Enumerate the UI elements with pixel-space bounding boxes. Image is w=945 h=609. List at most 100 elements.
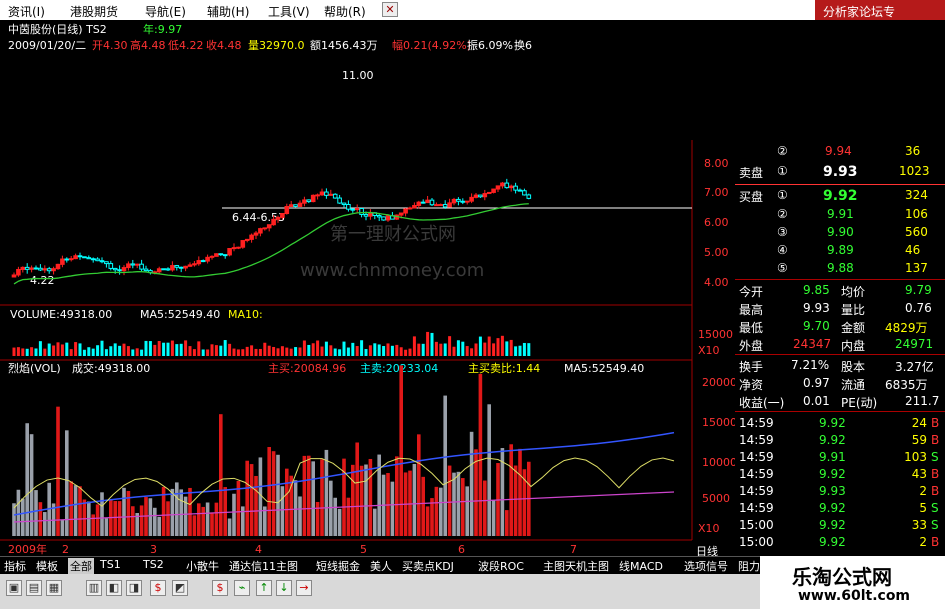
y-tick: 7.00 xyxy=(704,186,729,199)
indicator-bar xyxy=(179,489,183,536)
indicator-bar xyxy=(232,493,236,536)
candle-body xyxy=(508,185,514,189)
menu-info[interactable]: 资讯(I) xyxy=(8,3,45,20)
ask-row-1: 卖盘 ① 9.93 1023 xyxy=(739,164,930,180)
indicator-bar xyxy=(188,487,192,536)
arrow-up-icon[interactable]: ↑ xyxy=(256,580,272,596)
indicator-bar xyxy=(399,365,403,536)
tick-time: 15:00 xyxy=(739,535,774,549)
candle-body xyxy=(403,208,408,214)
volume-bar xyxy=(434,341,438,356)
menu-hk-futures[interactable]: 港股期货 xyxy=(70,3,118,20)
volume-bar xyxy=(135,348,139,356)
tab-8[interactable]: 美人 xyxy=(370,558,392,574)
dollar-icon[interactable]: $ xyxy=(212,580,228,596)
volume-bar xyxy=(496,338,500,356)
volume-bar xyxy=(390,345,394,356)
quote-date: 2009/01/20/二 xyxy=(8,39,86,52)
tab-5[interactable]: 小散牛 xyxy=(186,558,219,574)
volume-bar xyxy=(25,348,29,356)
volume-bar xyxy=(16,347,20,356)
tab-11[interactable]: 主图天机主图 xyxy=(543,558,609,574)
candle-body xyxy=(517,189,523,192)
indicator-bar xyxy=(390,481,395,536)
indicator-bar xyxy=(443,395,447,536)
volume-bar xyxy=(258,348,262,356)
volume-bar xyxy=(223,340,227,356)
volume-bar xyxy=(276,348,280,356)
indicator-bar xyxy=(430,498,434,536)
tab-0[interactable]: 指标 xyxy=(4,558,26,574)
indicator-bar xyxy=(73,485,78,536)
toolbar-icon[interactable]: ◨ xyxy=(126,580,142,596)
candle-body xyxy=(38,267,43,271)
candle-body xyxy=(513,185,518,191)
volume-bar xyxy=(311,343,315,356)
volume-bar xyxy=(505,341,509,356)
chart-area[interactable]: 中茵股份(日线) TS2 年:9.97 2009/01/20/二 开4.30 高… xyxy=(0,20,735,556)
volume-bar xyxy=(426,331,430,356)
tab-2[interactable]: 全部 xyxy=(68,558,94,574)
volume-bar xyxy=(333,348,337,356)
forum-brand[interactable]: 分析家论坛专 xyxy=(815,0,945,20)
arrow-down-icon[interactable]: ↓ xyxy=(276,580,292,596)
stat-row: 换手 7.21% 股本 3.27亿 xyxy=(739,358,934,374)
bid-row-1: 买盘 ① 9.92 324 xyxy=(739,188,928,204)
volume-bar xyxy=(210,344,214,356)
tab-12[interactable]: 线MACD xyxy=(619,558,663,574)
indicator-bar xyxy=(43,512,47,536)
indicator-bar xyxy=(153,507,157,536)
volume-bar xyxy=(514,346,518,356)
toolbar-icon[interactable]: ▥ xyxy=(86,580,102,596)
menu-help[interactable]: 帮助(R) xyxy=(324,3,366,20)
arrow-right-icon[interactable]: → xyxy=(296,580,312,596)
tick-side: B xyxy=(931,416,940,430)
toolbar-icon[interactable]: ▣ xyxy=(6,580,22,596)
indicator-y-tick: 5000 xyxy=(702,492,730,505)
candle-body xyxy=(11,274,17,278)
candle-body xyxy=(434,204,439,207)
volume-bar xyxy=(294,347,298,356)
volume-bar xyxy=(382,346,386,356)
candle-body xyxy=(60,258,65,265)
indicator-bar xyxy=(21,498,25,536)
tab-1[interactable]: 模板 xyxy=(36,558,58,574)
indicator-bar xyxy=(139,505,144,536)
chart-icon[interactable]: ⌁ xyxy=(234,580,250,596)
dollar-icon[interactable]: $ xyxy=(150,580,166,596)
tab-6[interactable]: 通达信11主图 xyxy=(229,558,298,574)
tab-3[interactable]: TS1 xyxy=(100,558,121,571)
stats-divider xyxy=(735,279,945,280)
toolbar-icon[interactable]: ◩ xyxy=(172,580,188,596)
toolbar-icon[interactable]: ▤ xyxy=(26,580,42,596)
toolbar-icon[interactable]: ◧ xyxy=(106,580,122,596)
menu-assist[interactable]: 辅助(H) xyxy=(207,3,249,20)
volume-bars xyxy=(12,331,531,356)
volume-ma10: MA10: xyxy=(228,308,263,321)
indicator-bar xyxy=(434,486,439,536)
toolbar-icon[interactable]: ▦ xyxy=(46,580,62,596)
stock-title: 中茵股份(日线) TS2 xyxy=(8,22,107,36)
indicator-bar xyxy=(201,506,205,536)
tab-7[interactable]: 短线掘金 xyxy=(316,558,360,574)
tab-13[interactable]: 选项信号 xyxy=(684,558,728,574)
menu-tools[interactable]: 工具(V) xyxy=(268,3,310,20)
tab-9[interactable]: 买卖点KDJ xyxy=(402,558,454,574)
close-icon[interactable]: ✕ xyxy=(382,2,398,17)
indicator-bar xyxy=(298,496,302,536)
candle-body xyxy=(214,253,219,257)
candle-body xyxy=(425,199,430,204)
ticks-divider xyxy=(735,411,945,412)
volume-bar xyxy=(96,345,100,356)
stat-row: 外盘 24347 内盘 24971 xyxy=(739,337,934,353)
volume-bar xyxy=(408,348,412,356)
volume-bar xyxy=(272,346,276,356)
quote-high: 高4.48 xyxy=(130,38,166,52)
volume-bar xyxy=(184,340,188,356)
tab-10[interactable]: 波段ROC xyxy=(478,558,524,574)
y-tick: 4.00 xyxy=(704,276,729,289)
indicator-bar xyxy=(518,448,522,536)
candle-body xyxy=(121,267,127,272)
tab-4[interactable]: TS2 xyxy=(143,558,164,571)
menu-navigate[interactable]: 导航(E) xyxy=(145,3,186,20)
